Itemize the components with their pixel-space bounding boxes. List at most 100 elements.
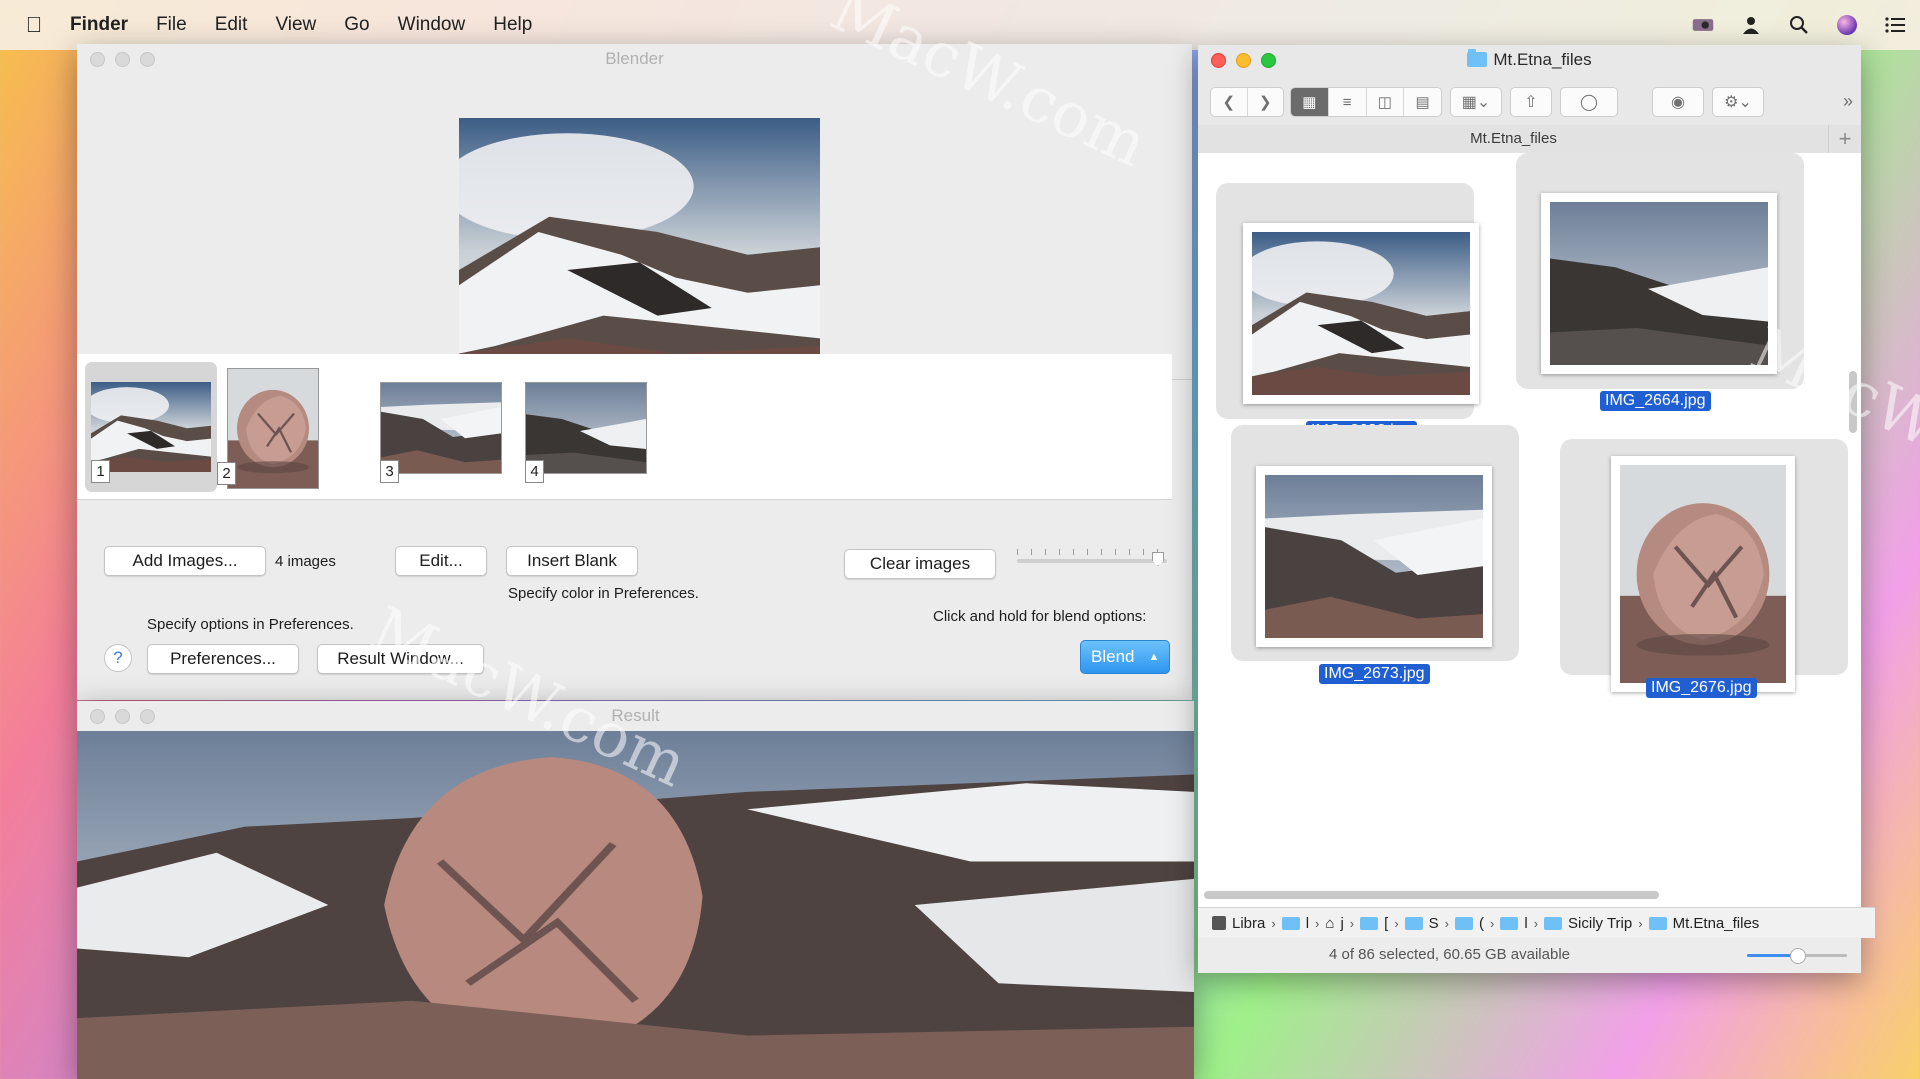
- path-segment[interactable]: l: [1524, 915, 1527, 932]
- path-separator-icon: ›: [1444, 915, 1450, 931]
- file-name[interactable]: IMG_2673.jpg: [1319, 664, 1430, 684]
- home-icon[interactable]: ⌂: [1325, 915, 1334, 932]
- thumbnail-4[interactable]: 4: [525, 382, 647, 483]
- thumbnail-image: [91, 382, 211, 472]
- menu-bar:  Finder File Edit View Go Window Help: [0, 0, 1920, 50]
- path-segment-sicily-trip[interactable]: Sicily Trip: [1568, 915, 1632, 932]
- insert-blank-button[interactable]: Insert Blank: [506, 546, 638, 576]
- icon-view-icon[interactable]: ▦: [1291, 88, 1329, 116]
- horizontal-scrollbar[interactable]: [1204, 891, 1659, 899]
- help-button[interactable]: ?: [104, 644, 132, 672]
- screen-share-icon[interactable]: [1692, 14, 1714, 36]
- file-name[interactable]: IMG_2664.jpg: [1600, 391, 1711, 411]
- path-segment[interactable]: l: [1306, 915, 1309, 932]
- path-separator-icon: ›: [1638, 915, 1643, 931]
- status-area: [1692, 0, 1906, 50]
- thumbnail-image: [227, 368, 319, 489]
- back-icon[interactable]: ❮: [1211, 88, 1248, 116]
- gear-icon[interactable]: ⚙⌄: [1712, 87, 1764, 117]
- menu-view[interactable]: View: [261, 14, 330, 36]
- path-segment[interactable]: [: [1384, 915, 1388, 932]
- result-window: Result: [77, 701, 1194, 1079]
- slider-knob[interactable]: [1152, 552, 1164, 566]
- quick-look-eye-icon[interactable]: ◉: [1652, 87, 1704, 117]
- zoom-button[interactable]: [1261, 52, 1276, 68]
- tags-icon[interactable]: ◯: [1560, 87, 1618, 117]
- finder-window: Mt.Etna_files ❮ ❯ ▦ ≡ ◫ ▤ ▦⌄ ⇧ ◯ ◉ ⚙⌄ » …: [1198, 45, 1875, 973]
- path-root[interactable]: Libra: [1232, 915, 1265, 932]
- tab-title[interactable]: Mt.Etna_files: [1198, 130, 1829, 147]
- group-by-icon[interactable]: ▦⌄: [1450, 87, 1502, 117]
- close-button[interactable]: [90, 708, 105, 724]
- blend-slider[interactable]: [1017, 559, 1167, 563]
- minimize-button[interactable]: [115, 708, 130, 724]
- menu-window[interactable]: Window: [384, 14, 480, 36]
- spotlight-search-icon[interactable]: [1788, 14, 1810, 36]
- file-name[interactable]: IMG_2676.jpg: [1646, 678, 1757, 698]
- gallery-view-icon[interactable]: ▤: [1404, 88, 1441, 116]
- blend-button-label: Blend: [1091, 647, 1135, 666]
- close-button[interactable]: [1211, 52, 1226, 68]
- path-bar: Libra › l › ⌂ j › [ › S › ( › l › Sicily …: [1198, 907, 1875, 938]
- thumbnail-2[interactable]: 2: [217, 368, 319, 489]
- slider-ticks: [1017, 549, 1167, 555]
- menu-edit[interactable]: Edit: [201, 14, 262, 36]
- menu-finder[interactable]: Finder: [68, 14, 142, 36]
- view-switcher: ▦ ≡ ◫ ▤: [1290, 87, 1442, 117]
- thumbnail-number: 4: [525, 460, 544, 483]
- icon-size-slider-knob[interactable]: [1790, 948, 1806, 964]
- column-view-icon[interactable]: ◫: [1367, 88, 1405, 116]
- notification-center-icon[interactable]: [1884, 14, 1906, 36]
- clear-images-button[interactable]: Clear images: [844, 549, 996, 579]
- file-thumbnail: [1620, 465, 1786, 683]
- file-item-img2683[interactable]: [1243, 223, 1479, 404]
- siri-icon[interactable]: [1836, 14, 1858, 36]
- folder-icon[interactable]: [1500, 916, 1519, 930]
- path-segment[interactable]: S: [1429, 915, 1439, 932]
- folder-icon[interactable]: [1404, 916, 1423, 930]
- result-window-button[interactable]: Result Window...: [317, 644, 484, 674]
- zoom-button[interactable]: [140, 51, 155, 67]
- thumbnail-1[interactable]: 1: [85, 362, 217, 492]
- file-thumbnail: [1550, 202, 1768, 365]
- folder-icon[interactable]: [1648, 916, 1667, 930]
- thumbnail-3[interactable]: 3: [380, 382, 502, 483]
- path-segment[interactable]: j: [1340, 915, 1343, 932]
- blend-options-arrow-icon: ▲: [1148, 651, 1160, 663]
- minimize-button[interactable]: [115, 51, 130, 67]
- folder-icon[interactable]: [1281, 916, 1300, 930]
- menu-file[interactable]: File: [142, 14, 201, 36]
- forward-icon[interactable]: ❯: [1248, 88, 1284, 116]
- list-view-icon[interactable]: ≡: [1329, 88, 1367, 116]
- folder-icon[interactable]: [1455, 916, 1474, 930]
- add-images-button[interactable]: Add Images...: [104, 546, 266, 576]
- toolbar-overflow-icon[interactable]: »: [1843, 91, 1853, 112]
- new-tab-icon[interactable]: +: [1828, 125, 1861, 153]
- vertical-scrollbar[interactable]: [1849, 371, 1857, 433]
- preview-image: [459, 118, 820, 384]
- blend-button[interactable]: Blend ▲: [1080, 640, 1171, 674]
- edit-button[interactable]: Edit...: [395, 546, 487, 576]
- blend-options-hint: Click and hold for blend options:: [933, 608, 1147, 625]
- share-icon[interactable]: ⇧: [1510, 87, 1552, 117]
- zoom-button[interactable]: [140, 708, 155, 724]
- preferences-button[interactable]: Preferences...: [147, 644, 299, 674]
- minimize-button[interactable]: [1236, 52, 1251, 68]
- menu-go[interactable]: Go: [330, 14, 383, 36]
- file-item-img2673[interactable]: [1256, 466, 1492, 647]
- user-icon[interactable]: [1740, 14, 1762, 36]
- path-separator-icon: ›: [1533, 915, 1539, 931]
- folder-icon[interactable]: [1544, 916, 1563, 930]
- specify-color-hint: Specify color in Preferences.: [508, 585, 699, 602]
- path-segment-current[interactable]: Mt.Etna_files: [1673, 915, 1760, 932]
- icon-size-slider[interactable]: [1747, 948, 1847, 964]
- menu-help[interactable]: Help: [479, 14, 546, 36]
- thumbnail-number: 3: [380, 460, 399, 483]
- file-item-img2676[interactable]: [1611, 456, 1795, 692]
- close-button[interactable]: [90, 51, 105, 67]
- path-segment[interactable]: (: [1479, 915, 1484, 932]
- folder-icon: [1467, 49, 1488, 67]
- apple-menu-icon[interactable]: : [0, 12, 68, 38]
- file-item-img2664[interactable]: [1541, 193, 1777, 374]
- folder-icon[interactable]: [1360, 916, 1379, 930]
